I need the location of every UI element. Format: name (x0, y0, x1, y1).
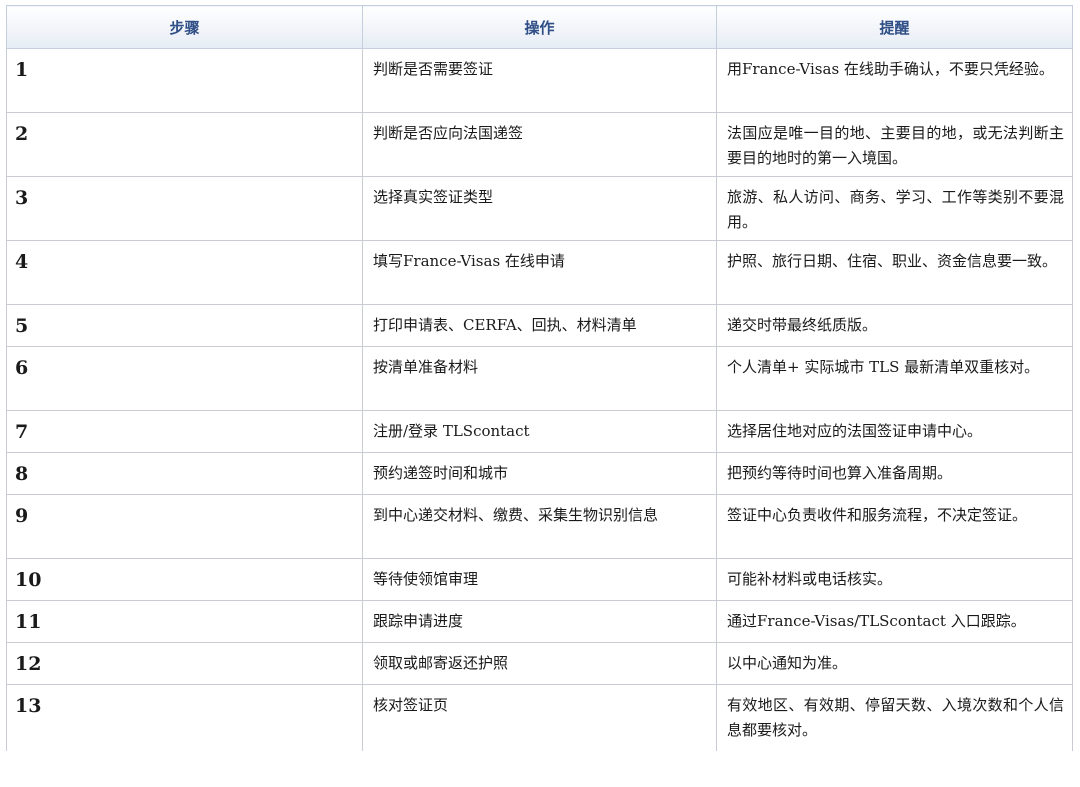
step-tip: 有效地区、有效期、停留天数、入境次数和个人信息都要核对。 (716, 684, 1073, 751)
step-number: 13 (6, 684, 363, 751)
table-row: 8 预约递签时间和城市 把预约等待时间也算入准备周期。 (6, 452, 1073, 495)
table-row: 1 判断是否需要签证 用France-Visas 在线助手确认，不要只凭经验。 (6, 48, 1073, 113)
table-row: 4 填写France-Visas 在线申请 护照、旅行日期、住宿、职业、资金信息… (6, 240, 1073, 305)
step-tip: 用France-Visas 在线助手确认，不要只凭经验。 (716, 48, 1073, 113)
table-row: 7 注册/登录 TLScontact 选择居住地对应的法国签证申请中心。 (6, 410, 1073, 453)
step-number: 3 (6, 176, 363, 241)
step-tip: 护照、旅行日期、住宿、职业、资金信息要一致。 (716, 240, 1073, 305)
step-tip: 选择居住地对应的法国签证申请中心。 (716, 410, 1073, 453)
step-action: 等待使领馆审理 (362, 558, 717, 601)
step-number: 9 (6, 494, 363, 559)
step-tip: 把预约等待时间也算入准备周期。 (716, 452, 1073, 495)
step-action: 跟踪申请进度 (362, 600, 717, 643)
step-tip: 以中心通知为准。 (716, 642, 1073, 685)
table-row: 11 跟踪申请进度 通过France-Visas/TLScontact 入口跟踪… (6, 600, 1073, 643)
step-tip: 旅游、私人访问、商务、学习、工作等类别不要混用。 (716, 176, 1073, 241)
table-row: 6 按清单准备材料 个人清单+ 实际城市 TLS 最新清单双重核对。 (6, 346, 1073, 411)
step-tip: 签证中心负责收件和服务流程，不决定签证。 (716, 494, 1073, 559)
step-tip: 可能补材料或电话核实。 (716, 558, 1073, 601)
table-row: 10 等待使领馆审理 可能补材料或电话核实。 (6, 558, 1073, 601)
step-action: 预约递签时间和城市 (362, 452, 717, 495)
step-number: 1 (6, 48, 363, 113)
step-action: 注册/登录 TLScontact (362, 410, 717, 453)
step-tip: 通过France-Visas/TLScontact 入口跟踪。 (716, 600, 1073, 643)
table-row: 5 打印申请表、CERFA、回执、材料清单 递交时带最终纸质版。 (6, 304, 1073, 347)
step-action: 打印申请表、CERFA、回执、材料清单 (362, 304, 717, 347)
step-number: 11 (6, 600, 363, 643)
table-row: 3 选择真实签证类型 旅游、私人访问、商务、学习、工作等类别不要混用。 (6, 176, 1073, 241)
step-action: 填写France-Visas 在线申请 (362, 240, 717, 305)
step-tip: 法国应是唯一目的地、主要目的地，或无法判断主要目的地时的第一入境国。 (716, 112, 1073, 177)
step-number: 4 (6, 240, 363, 305)
header-tip[interactable]: 提醒 (716, 5, 1073, 49)
table-row: 9 到中心递交材料、缴费、采集生物识别信息 签证中心负责收件和服务流程，不决定签… (6, 494, 1073, 559)
header-step[interactable]: 步骤 (6, 5, 363, 49)
visa-steps-table: 步骤 操作 提醒 1 判断是否需要签证 用France-Visas 在线助手确认… (6, 5, 1073, 751)
step-action: 领取或邮寄返还护照 (362, 642, 717, 685)
step-tip: 递交时带最终纸质版。 (716, 304, 1073, 347)
step-number: 12 (6, 642, 363, 685)
step-action: 判断是否应向法国递签 (362, 112, 717, 177)
step-number: 7 (6, 410, 363, 453)
step-action: 按清单准备材料 (362, 346, 717, 411)
step-tip: 个人清单+ 实际城市 TLS 最新清单双重核对。 (716, 346, 1073, 411)
step-action: 选择真实签证类型 (362, 176, 717, 241)
step-action: 判断是否需要签证 (362, 48, 717, 113)
step-action: 到中心递交材料、缴费、采集生物识别信息 (362, 494, 717, 559)
step-action: 核对签证页 (362, 684, 717, 751)
step-number: 6 (6, 346, 363, 411)
table-row: 12 领取或邮寄返还护照 以中心通知为准。 (6, 642, 1073, 685)
table-header-row: 步骤 操作 提醒 (6, 5, 1073, 49)
steps-table-container: 步骤 操作 提醒 1 判断是否需要签证 用France-Visas 在线助手确认… (6, 5, 1073, 751)
step-number: 2 (6, 112, 363, 177)
header-action[interactable]: 操作 (362, 5, 717, 49)
table-row: 13 核对签证页 有效地区、有效期、停留天数、入境次数和个人信息都要核对。 (6, 684, 1073, 751)
table-row: 2 判断是否应向法国递签 法国应是唯一目的地、主要目的地，或无法判断主要目的地时… (6, 112, 1073, 177)
step-number: 10 (6, 558, 363, 601)
step-number: 8 (6, 452, 363, 495)
step-number: 5 (6, 304, 363, 347)
